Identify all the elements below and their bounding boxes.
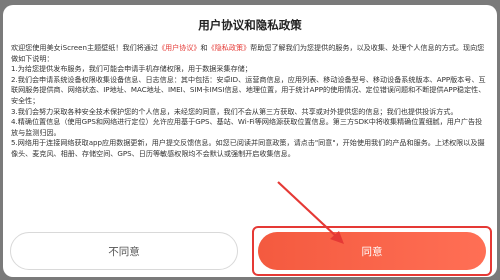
policy-item-2: 2.我们会申请系统设备权限收集设备信息、日志信息：其中包括：安卓ID、运营商信息…	[11, 74, 486, 105]
user-agreement-link[interactable]: 《用户协议》	[158, 43, 201, 52]
agree-button[interactable]: 同意	[258, 232, 486, 270]
intro-and: 和	[200, 43, 208, 52]
policy-item-4: 4.精确位置信息（使用GPS和网络进行定位）允许应用基于GPS、基站、Wi-Fi…	[11, 117, 483, 137]
intro-prefix: 欢迎您使用美女iScreen主题壁纸！我们将通过	[11, 43, 158, 52]
intro-paragraph: 欢迎您使用美女iScreen主题壁纸！我们将通过《用户协议》和《隐私政策》帮助您…	[11, 43, 489, 64]
policy-item-3: 3.我们会努力采取各种安全技术保护您的个人信息，未经您的同意，我们不会从第三方获…	[11, 106, 458, 116]
policy-item-1: 1.为给您提供发布服务，我们可能会申请手机存储权限，用于数据采集存储；	[11, 64, 252, 74]
dialog-body: 欢迎您使用美女iScreen主题壁纸！我们将通过《用户协议》和《隐私政策》帮助您…	[11, 43, 489, 160]
dialog-title: 用户协议和隐私政策	[198, 18, 302, 32]
privacy-policy-link[interactable]: 《隐私政策》	[208, 43, 251, 52]
disagree-button[interactable]: 不同意	[10, 232, 238, 270]
policy-item-5: 5.网络用于连接网络获取app应用数据更新，用户提交反馈信息。如您已阅读并同意政…	[11, 138, 485, 158]
